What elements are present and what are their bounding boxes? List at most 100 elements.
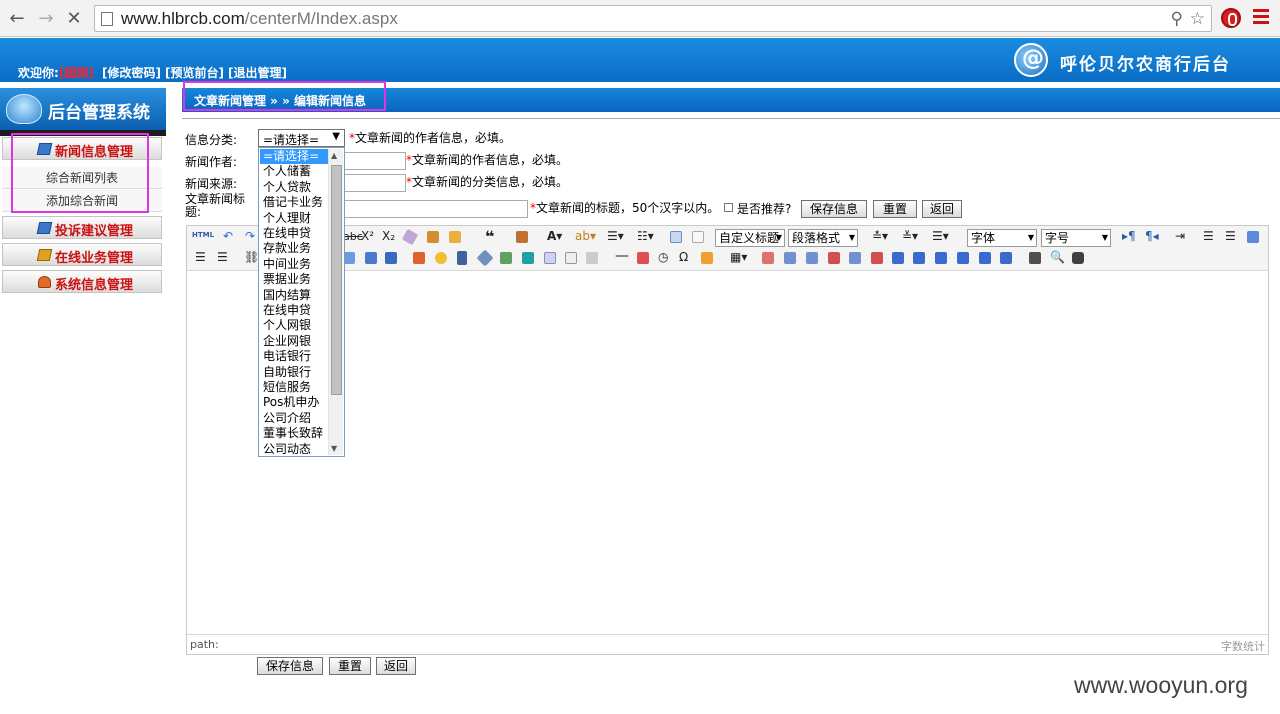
image-center-icon[interactable] [385, 252, 397, 264]
scroll-up-icon[interactable]: ▲ [331, 151, 337, 160]
reset-button[interactable]: 重置 [329, 657, 371, 675]
insert-date-icon[interactable] [637, 252, 649, 264]
recommend-checkbox[interactable] [724, 203, 733, 212]
address-bar[interactable]: www.hlbrcb.com/centerM/Index.aspx ⚲ ☆ [94, 5, 1212, 32]
insert-row-icon[interactable] [806, 252, 818, 264]
dropdown-scrollbar[interactable]: ▲ ▼ [328, 149, 343, 455]
insert-table-icon[interactable]: ▦▾ [730, 250, 747, 264]
row-spacing-bottom-icon[interactable]: ≚▾ [902, 229, 918, 243]
ordered-list-icon[interactable]: ☰▾ [607, 229, 624, 243]
emotion-icon[interactable] [435, 252, 447, 264]
align-right-icon[interactable]: ☰ [195, 250, 206, 264]
html-source-button[interactable]: HTML [192, 231, 214, 239]
dropdown-option[interactable]: 票据业务 [260, 272, 328, 287]
highlight-color-icon[interactable]: ab▾ [575, 229, 596, 243]
bookmark-star-icon[interactable]: ☆ [1190, 9, 1205, 29]
dropdown-option[interactable]: 公司介绍 [260, 411, 328, 426]
special-chars-icon[interactable]: Ω [679, 250, 688, 264]
dropdown-option[interactable]: =请选择= [260, 149, 328, 165]
logout-link[interactable]: [退出管理] [228, 66, 287, 80]
reset-button-top[interactable]: 重置 [873, 200, 917, 218]
dropdown-option[interactable]: 公司动态 [260, 442, 328, 457]
dropdown-option[interactable]: Pos机申办 [260, 395, 328, 410]
stop-loading-icon[interactable]: ✕ [63, 8, 85, 30]
image-float-right-icon[interactable] [365, 252, 377, 264]
align-justify-icon[interactable]: ☰ [217, 250, 228, 264]
align-left-icon[interactable]: ☰ [1203, 229, 1214, 243]
back-arrow-icon[interactable]: ← [6, 8, 28, 30]
extension-icon[interactable] [1221, 8, 1241, 28]
rtl-icon[interactable]: ¶◂ [1145, 229, 1159, 243]
fullscreen-icon[interactable] [1247, 231, 1259, 243]
undo-icon[interactable]: ↶ [223, 229, 233, 243]
line-height-icon[interactable]: ☰▾ [932, 229, 949, 243]
insert-paragraph-before-table-icon[interactable] [784, 252, 796, 264]
print-icon[interactable] [1029, 252, 1041, 264]
dropdown-option[interactable]: 国内结算 [260, 288, 328, 303]
dropdown-option[interactable]: 存款业务 [260, 241, 328, 256]
paragraph-format-select[interactable]: 段落格式 ▼ [788, 229, 858, 247]
dropdown-option[interactable]: 在线申贷 [260, 226, 328, 241]
template-icon[interactable] [586, 252, 598, 264]
preview-frontend-link[interactable]: [预览前台] [165, 66, 224, 80]
clear-doc-icon[interactable] [692, 231, 704, 243]
superscript-icon[interactable]: X² [361, 229, 374, 243]
merge-right-icon[interactable] [913, 252, 925, 264]
delete-row-icon[interactable] [828, 252, 840, 264]
align-center-icon[interactable]: ☰ [1225, 229, 1236, 243]
menu-online-business[interactable]: 在线业务管理 [2, 243, 162, 266]
dropdown-option[interactable]: 个人储蓄 [260, 164, 328, 179]
insert-video-icon[interactable] [457, 251, 467, 265]
redo-icon[interactable]: ↷ [245, 229, 255, 243]
merge-down-icon[interactable] [935, 252, 947, 264]
insert-frame-icon[interactable] [544, 252, 556, 264]
eraser-icon[interactable] [401, 228, 419, 246]
save-button[interactable]: 保存信息 [257, 657, 323, 675]
delete-col-icon[interactable] [871, 252, 883, 264]
insert-col-icon[interactable] [849, 252, 861, 264]
dropdown-option[interactable]: 电话银行 [260, 349, 328, 364]
attachment-icon[interactable] [476, 249, 494, 267]
insert-time-icon[interactable]: ◷ [658, 250, 668, 264]
dropdown-option[interactable]: 自助银行 [260, 365, 328, 380]
dropdown-option[interactable]: 董事长致辞 [260, 426, 328, 441]
rich-text-editor[interactable]: HTML ↶ ↷ abc X² X₂ ❝ A▾ ab▾ ☰▾ ☷▾ 自定义标题 ▼… [186, 225, 1269, 655]
preview-icon[interactable]: 🔍 [1050, 250, 1065, 264]
delete-table-icon[interactable] [762, 252, 774, 264]
unordered-list-icon[interactable]: ☷▾ [637, 229, 654, 243]
strikethrough-icon[interactable]: abc [343, 230, 363, 243]
dropdown-option[interactable]: 企业网银 [260, 334, 328, 349]
custom-heading-select[interactable]: 自定义标题 ▼ [715, 229, 785, 247]
subscript-icon[interactable]: X₂ [382, 229, 395, 243]
paste-plain-icon[interactable] [516, 231, 528, 243]
menu-complaints[interactable]: 投诉建议管理 [2, 216, 162, 239]
spellcheck-icon[interactable] [701, 252, 713, 264]
ltr-icon[interactable]: ▸¶ [1122, 229, 1136, 243]
dropdown-option[interactable]: 个人贷款 [260, 180, 328, 195]
save-button-top[interactable]: 保存信息 [801, 200, 867, 218]
dropdown-option[interactable]: 借记卡业务 [260, 195, 328, 210]
blockquote-icon[interactable]: ❝ [485, 227, 494, 246]
category-select[interactable]: =请选择= ▼ [258, 129, 345, 147]
insert-map-icon[interactable] [500, 252, 512, 264]
zoom-search-icon[interactable]: ⚲ [1171, 9, 1183, 29]
font-color-icon[interactable]: A▾ [547, 229, 562, 243]
dropdown-option[interactable]: 在线申贷 [260, 303, 328, 318]
browser-menu-icon[interactable] [1253, 9, 1269, 27]
merge-cells-icon[interactable] [892, 252, 904, 264]
format-painter-icon[interactable] [427, 231, 439, 243]
row-spacing-top-icon[interactable]: ≛▾ [872, 229, 888, 243]
split-cols-icon[interactable] [1000, 252, 1012, 264]
back-button-top[interactable]: 返回 [922, 200, 962, 218]
auto-format-icon[interactable] [449, 231, 461, 243]
font-family-select[interactable]: 字体 ▼ [967, 229, 1037, 247]
forward-arrow-icon[interactable]: → [35, 8, 57, 30]
split-rows-icon[interactable] [979, 252, 991, 264]
back-button[interactable]: 返回 [376, 657, 416, 675]
menu-system-info[interactable]: 系统信息管理 [2, 270, 162, 293]
insert-image-icon[interactable] [413, 252, 425, 264]
indent-icon[interactable]: ⇥ [1175, 229, 1185, 243]
google-map-icon[interactable] [522, 252, 534, 264]
scroll-down-icon[interactable]: ▼ [331, 444, 337, 453]
font-size-select[interactable]: 字号 ▼ [1041, 229, 1111, 247]
